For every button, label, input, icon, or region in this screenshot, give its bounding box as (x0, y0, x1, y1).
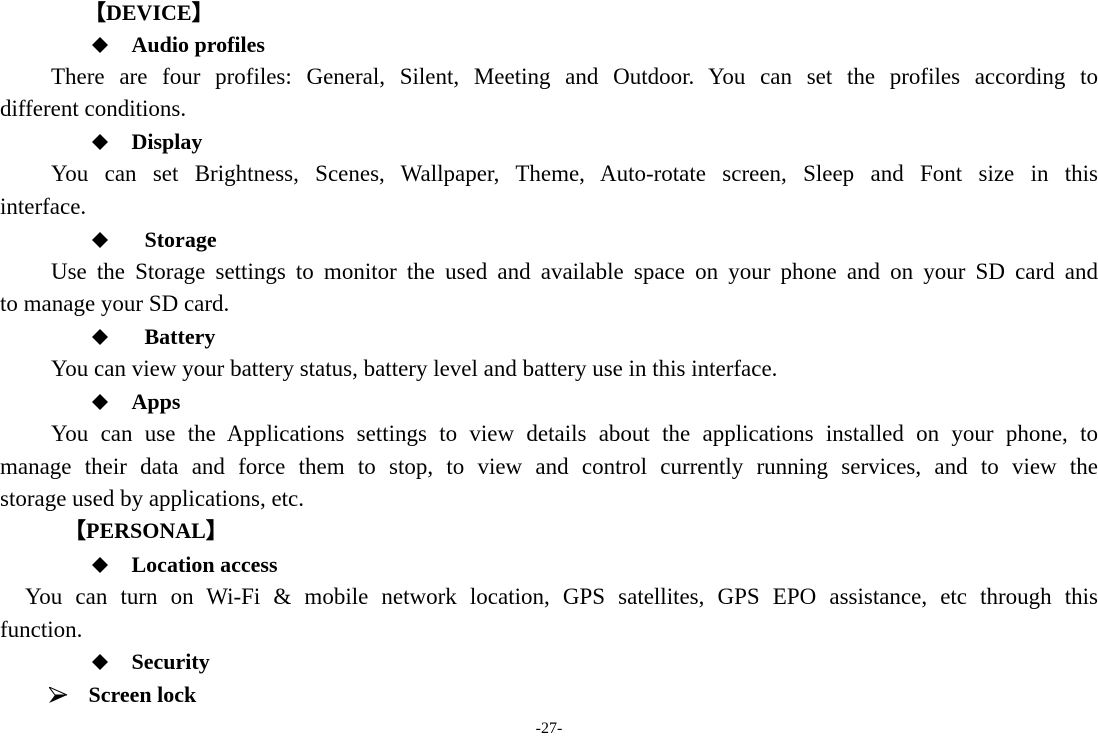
diamond-bullet-icon (92, 232, 108, 248)
paragraph-line: function. (0, 617, 83, 642)
heading-text: Location access (131, 552, 278, 577)
page-number: -27- (535, 720, 563, 737)
paragraph-line: There are four profiles: General, Silent… (51, 64, 1098, 89)
paragraph-line: You can set Brightness, Scenes, Wallpape… (51, 161, 1098, 186)
heading-text: Display (131, 129, 203, 154)
diamond-bullet-icon (92, 654, 108, 670)
diamond-bullet-icon (92, 557, 108, 573)
item-heading-screen-lock: Screen lock (49, 679, 196, 711)
paragraph-line: different conditions. (0, 96, 187, 121)
item-heading-security: Security (92, 646, 210, 678)
diamond-bullet-icon (92, 37, 108, 53)
item-heading-display: Display (92, 126, 202, 158)
item-heading-storage: Storage (92, 224, 217, 256)
section-heading-personal: 【PERSONAL】 (64, 518, 228, 543)
item-heading-audio-profiles: Audio profiles (92, 29, 265, 61)
arrowhead-bullet-icon (49, 687, 69, 703)
paragraph-line: You can view your battery status, batter… (51, 356, 778, 381)
heading-text: Apps (131, 389, 181, 414)
paragraph-line: You can turn on Wi-Fi & mobile network l… (25, 584, 1098, 609)
item-heading-location-access: Location access (92, 549, 278, 581)
diamond-bullet-icon (92, 134, 108, 150)
heading-text: Screen lock (88, 682, 197, 707)
section-heading-device: 【DEVICE】 (84, 0, 214, 25)
heading-text: Security (131, 649, 210, 674)
paragraph-line: Use the Storage settings to monitor the … (51, 259, 1098, 284)
paragraph-line: interface. (0, 194, 87, 219)
diamond-bullet-icon (92, 329, 108, 345)
paragraph-line: storage used by applications, etc. (0, 486, 305, 511)
heading-text: Storage (144, 227, 217, 252)
item-heading-battery: Battery (92, 321, 215, 353)
paragraph-line: manage their data and force them to stop… (0, 454, 1098, 479)
heading-text: Battery (144, 324, 216, 349)
diamond-bullet-icon (92, 394, 108, 410)
paragraph-line: to manage your SD card. (0, 291, 230, 316)
item-heading-apps: Apps (92, 386, 180, 418)
paragraph-line: You can use the Applications settings to… (51, 421, 1098, 446)
heading-text: Audio profiles (131, 32, 265, 57)
